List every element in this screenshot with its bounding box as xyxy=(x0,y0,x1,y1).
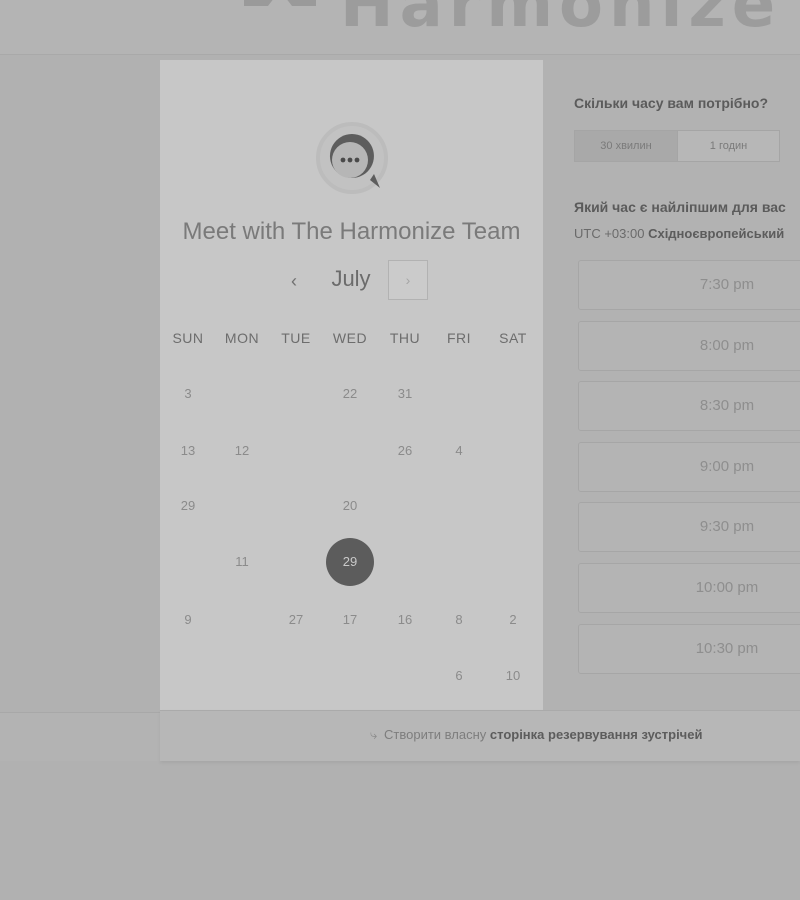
weekday-tue: TUE xyxy=(281,330,311,346)
time-slot-label: 8:00 pm xyxy=(699,336,755,354)
weekday-fri: FRI xyxy=(446,330,472,346)
time-slot-button[interactable]: 9:30 pm xyxy=(578,502,800,553)
time-question: Який час є найліпшим для вас xyxy=(574,199,786,215)
calendar-day[interactable]: 17 xyxy=(323,610,377,630)
time-slot-label: 8:30 pm xyxy=(699,397,755,415)
meeting-title: Meet with The Harmonize Team xyxy=(182,218,521,245)
time-slot-button[interactable]: 8:30 pm xyxy=(578,381,800,432)
timezone-name: Східноєвропейський xyxy=(648,226,785,241)
calendar-day[interactable]: 10 xyxy=(486,666,540,686)
time-slot-label: 7:30 pm xyxy=(699,276,755,293)
calendar-day[interactable]: 26 xyxy=(378,441,432,461)
time-slot-button[interactable]: 10:30 pm xyxy=(578,623,800,674)
next-month-button[interactable]: › xyxy=(388,260,428,300)
timezone-label: UTC +03:00 Східноєвропейський xyxy=(574,226,784,241)
time-slot-button[interactable]: 9:00 pm xyxy=(578,441,800,492)
brand-logo-icon xyxy=(244,0,316,6)
calendar-day[interactable]: 29 xyxy=(161,496,215,516)
calendar-day[interactable]: 27 xyxy=(269,610,323,630)
time-slot-label: 9:30 pm xyxy=(699,518,755,536)
duration-question: Скільки часу вам потрібно? xyxy=(574,95,769,111)
weekday-mon: MON xyxy=(224,330,260,346)
duration-option-1hour[interactable]: 1 годин xyxy=(678,131,779,161)
time-slot-label: 10:00 pm xyxy=(695,579,759,596)
footer-link[interactable]: сторінка резервування зустрічей xyxy=(490,727,703,742)
month-label: July xyxy=(331,266,371,291)
calendar-day[interactable]: 12 xyxy=(215,441,269,461)
time-slot-button[interactable]: 8:00 pm xyxy=(578,320,800,371)
create-booking-page-link[interactable]: ⤷ Створити власну сторінка резервування з… xyxy=(370,727,702,743)
calendar-day[interactable]: 11 xyxy=(215,552,269,572)
calendar-day[interactable]: 8 xyxy=(432,610,486,630)
calendar-day[interactable]: 6 xyxy=(432,666,486,686)
time-slot-button[interactable]: 7:30 pm xyxy=(578,260,800,310)
duration-option-30min[interactable]: 30 хвилин xyxy=(575,131,678,161)
selected-day[interactable]: 29 xyxy=(326,538,374,586)
calendar-day[interactable]: 20 xyxy=(323,496,377,516)
calendar-day[interactable]: 3 xyxy=(161,384,215,404)
calendar-day[interactable]: 13 xyxy=(161,441,215,461)
weekday-sat: SAT xyxy=(499,330,527,346)
calendar-day[interactable]: 4 xyxy=(432,441,486,461)
calendar-day[interactable]: 31 xyxy=(378,384,432,404)
footer: ⤷ Створити власну сторінка резервування з… xyxy=(160,710,800,761)
time-slot-label: 9:00 pm xyxy=(699,457,755,475)
timezone-offset: UTC +03:00 xyxy=(574,226,645,241)
calendar-day[interactable]: 2 xyxy=(486,610,540,630)
calendar-day[interactable]: 16 xyxy=(378,610,432,630)
sprocket-icon: ⤷ xyxy=(370,727,378,742)
weekday-sun: SUN xyxy=(172,330,204,346)
time-slot-label: 10:30 pm xyxy=(695,639,759,657)
brand-name: Harmonize xyxy=(340,0,782,42)
weekday-thu: THU xyxy=(389,330,421,346)
footer-prefix: Створити власну xyxy=(384,727,487,742)
time-slot-button[interactable]: 10:00 pm xyxy=(578,563,800,613)
top-header: Harmonize xyxy=(0,0,800,55)
prev-month-button[interactable]: ‹ xyxy=(279,262,309,300)
weekday-wed: WED xyxy=(332,330,368,346)
duration-selector: 30 хвилин 1 годин xyxy=(574,130,780,162)
calendar-day[interactable]: 9 xyxy=(161,610,215,630)
calendar-day[interactable]: 22 xyxy=(323,384,377,404)
chat-bubble-avatar-icon xyxy=(316,122,388,194)
